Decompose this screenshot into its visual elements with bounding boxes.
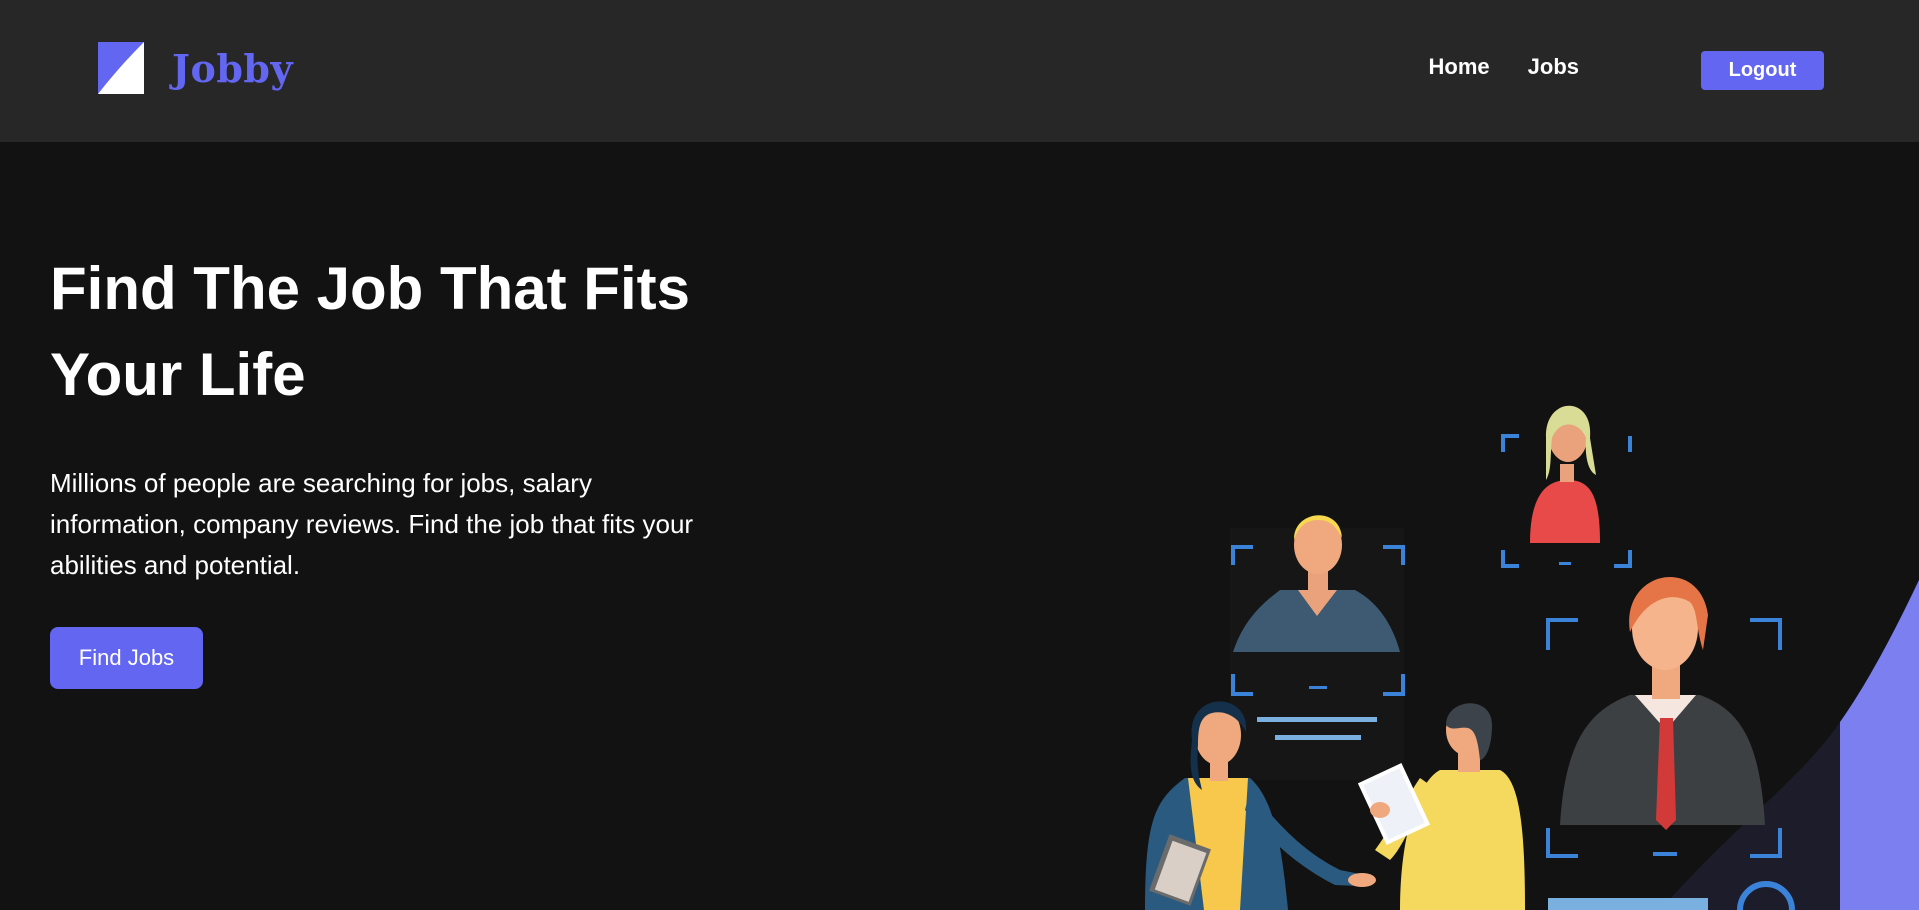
hero-title: Find The Job That Fits Your Life xyxy=(50,255,690,408)
brand-name[interactable]: Jobby xyxy=(172,46,293,91)
navbar: Jobby Home Jobs Logout xyxy=(0,0,1919,142)
find-jobs-button[interactable]: Find Jobs xyxy=(50,627,203,689)
people-hiring-illustration xyxy=(1145,405,1919,910)
hero-description: Millions of people are searching for job… xyxy=(50,468,694,580)
jobby-logo-icon[interactable] xyxy=(98,42,144,94)
nav-links: Home Jobs xyxy=(1429,54,1579,80)
logout-button[interactable]: Logout xyxy=(1701,51,1824,90)
nav-link-home[interactable]: Home xyxy=(1429,54,1490,80)
nav-link-jobs[interactable]: Jobs xyxy=(1528,54,1579,80)
